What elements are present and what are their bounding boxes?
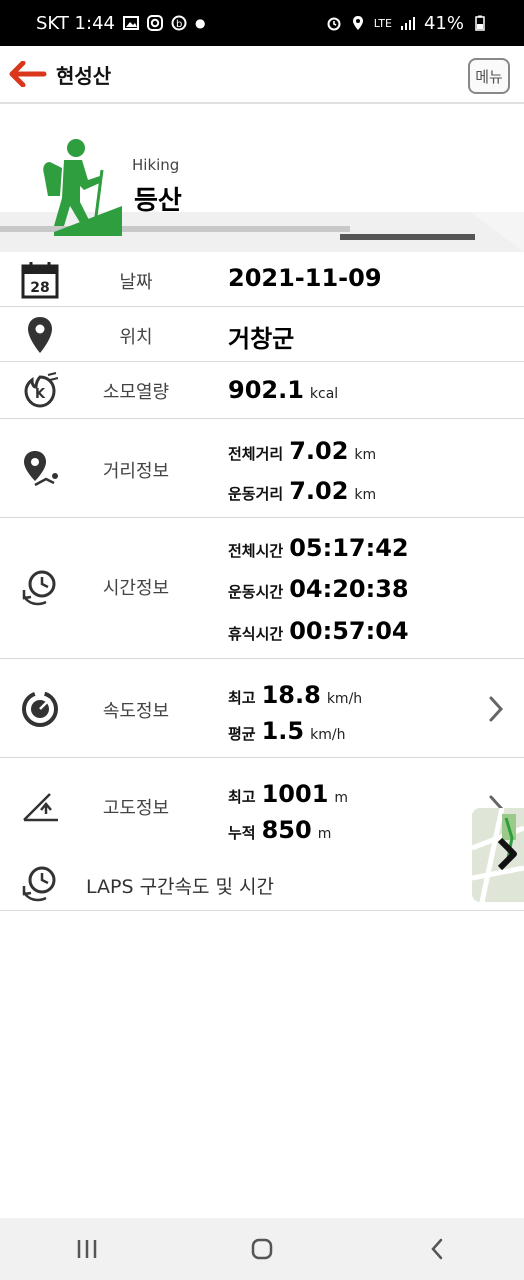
time-row: 시간정보 전체시간 05:17:42 운동시간 04:20:38 휴식시간 00… (0, 518, 524, 659)
back-button[interactable] (0, 45, 56, 103)
time-moving-label: 운동시간 (228, 583, 284, 601)
location-label: 위치 (119, 327, 153, 348)
speed-label: 속도정보 (102, 701, 170, 722)
calendar-icon: 28 (21, 262, 59, 299)
speed-avg-unit: km/h (310, 727, 346, 743)
time-total-label: 전체시간 (228, 542, 284, 560)
distance-row: 거리정보 전체거리 7.02 km 운동거리 7.02 km (0, 419, 524, 518)
recent-apps-button[interactable] (57, 1219, 117, 1279)
recent-apps-icon (78, 1240, 97, 1258)
calories-row: K 소모열량 902.1 kcal (0, 362, 524, 419)
altitude-max-value: 1001 (261, 780, 329, 808)
instagram-icon (146, 15, 163, 31)
alarm-icon (327, 17, 341, 31)
distance-moving-label: 운동거리 (228, 485, 284, 503)
svg-text:28: 28 (30, 280, 49, 296)
calories-label: 소모열량 (102, 382, 170, 403)
distance-total-label: 전체거리 (228, 445, 284, 463)
image-icon (122, 16, 139, 30)
status-time: SKT 1:44 (36, 12, 115, 34)
back-arrow-icon (9, 61, 47, 87)
app-b-icon: b (171, 15, 187, 31)
distance-total-value: 7.02 (289, 437, 349, 465)
app-bar: 현성산 메뉴 (0, 46, 524, 104)
calorie-burn-icon: K (24, 372, 59, 408)
activity-title: 등산 (134, 186, 182, 216)
altitude-max-label: 최고 (228, 788, 256, 806)
speed-max-label: 최고 (228, 689, 256, 707)
date-label: 날짜 (119, 272, 153, 293)
altitude-label: 고도정보 (102, 798, 170, 819)
altitude-cumulative-value: 850 (261, 816, 312, 844)
back-chevron-icon (430, 1238, 442, 1260)
altitude-row[interactable]: 고도정보 최고 1001 m 누적 850 m LAPS 구간속도 및 시간 (0, 758, 524, 911)
stopwatch-cycle-icon (22, 570, 56, 606)
signal-icon (400, 17, 415, 30)
stopwatch-cycle-icon (22, 866, 56, 902)
route-pin-icon (24, 451, 58, 487)
location-value: 거창군 (228, 325, 295, 353)
speed-row[interactable]: 속도정보 최고 18.8 km/h 평균 1.5 km/h (0, 659, 524, 758)
status-right: LTE 41% (326, 13, 488, 34)
battery-icon (475, 15, 485, 31)
distance-moving-unit: km (354, 487, 377, 503)
activity-subtitle: Hiking (132, 156, 180, 174)
location-row: 위치 거창군 (0, 307, 524, 362)
svg-text:b: b (176, 19, 182, 30)
chevron-right-icon[interactable] (486, 695, 506, 723)
map-thumbnail[interactable] (472, 808, 524, 902)
altitude-max-unit: m (334, 790, 349, 806)
laps-link[interactable]: LAPS 구간속도 및 시간 (86, 872, 274, 899)
home-button[interactable] (232, 1219, 292, 1279)
status-left: SKT 1:44 b ● (36, 13, 205, 34)
date-row: 28 날짜 2021-11-09 (0, 252, 524, 307)
elevation-icon (23, 793, 58, 822)
network-type: LTE (373, 16, 392, 30)
hiker-icon (43, 139, 122, 236)
speed-max-unit: km/h (326, 691, 363, 707)
time-total-value: 05:17:42 (289, 534, 409, 562)
altitude-cumulative-label: 누적 (228, 824, 256, 842)
speed-avg-label: 평균 (228, 725, 256, 743)
distance-moving-value: 7.02 (289, 477, 349, 505)
altitude-cumulative-unit: m (317, 826, 332, 842)
distance-total-unit: km (354, 447, 377, 463)
system-nav-bar (0, 1218, 524, 1280)
status-bar: SKT 1:44 b ● LTE 41% (0, 0, 524, 46)
location-pin-icon (352, 16, 363, 30)
time-moving-value: 04:20:38 (289, 575, 409, 603)
calories-unit: kcal (309, 386, 339, 402)
speed-avg-value: 1.5 (261, 717, 305, 745)
battery-percent: 41% (423, 12, 464, 34)
menu-button[interactable]: 메뉴 (468, 58, 510, 94)
speed-max-value: 18.8 (261, 681, 321, 709)
svg-text:K: K (35, 387, 46, 402)
distance-label: 거리정보 (102, 461, 170, 482)
calories-value: 902.1 (228, 376, 304, 404)
page-title: 현성산 (56, 63, 112, 88)
time-label: 시간정보 (102, 578, 170, 599)
date-value: 2021-11-09 (228, 264, 382, 292)
home-icon (251, 1238, 273, 1260)
dot-icon: ● (194, 16, 206, 30)
location-pin-icon (28, 317, 52, 353)
time-rest-label: 휴식시간 (228, 625, 284, 643)
back-nav-button[interactable] (407, 1219, 467, 1279)
time-rest-value: 00:57:04 (289, 617, 409, 645)
speedometer-icon (22, 691, 58, 727)
